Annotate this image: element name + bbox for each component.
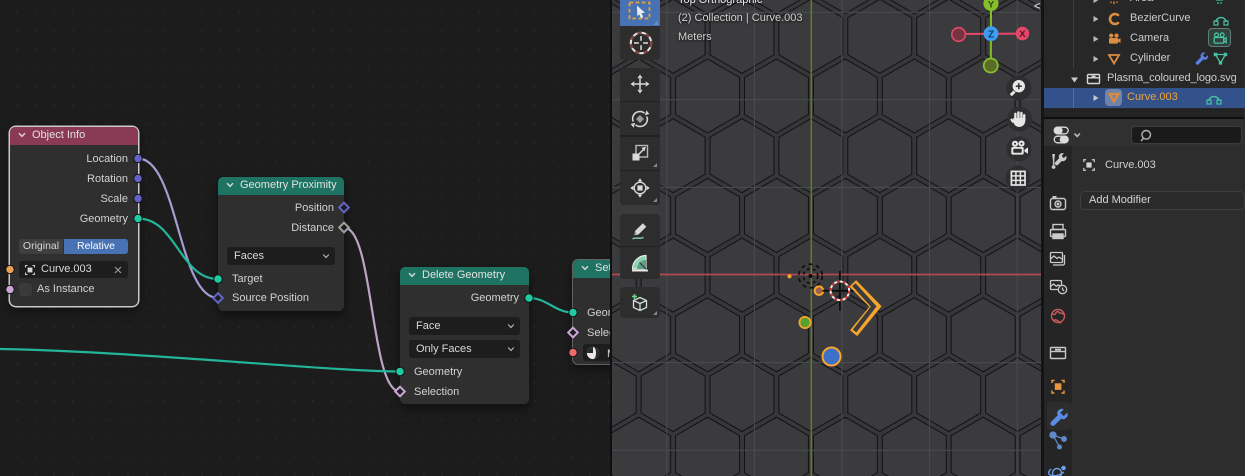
svg-text:X: X xyxy=(1019,29,1026,40)
svg-text:Z: Z xyxy=(988,29,994,40)
svg-text:<: < xyxy=(1034,1,1040,13)
svg-text:Y: Y xyxy=(988,0,995,10)
